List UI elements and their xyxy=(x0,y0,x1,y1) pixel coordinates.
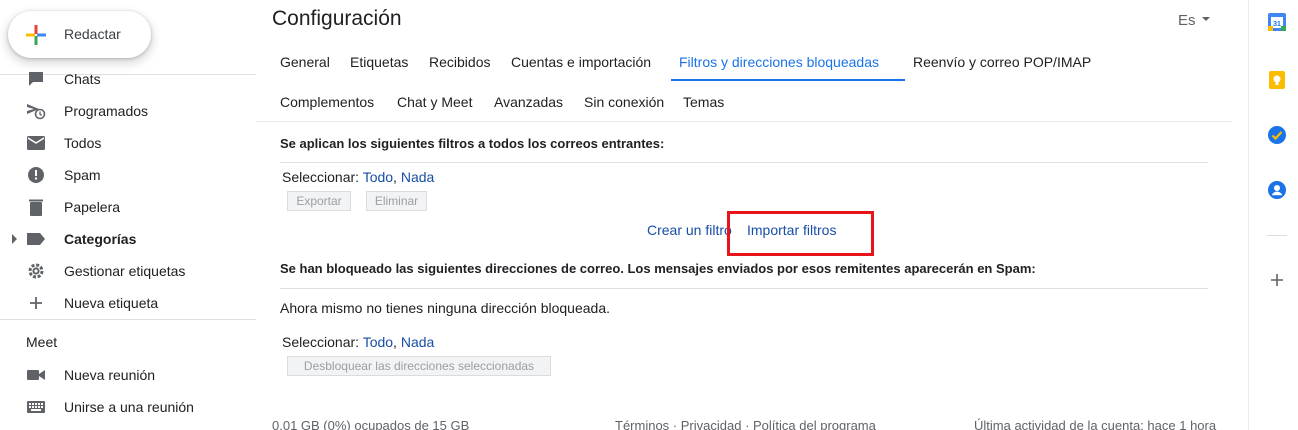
sidebar-item-new-label[interactable]: Nueva etiqueta xyxy=(0,287,256,319)
trash-icon xyxy=(29,199,43,216)
unblock-button[interactable]: Desbloquear las direcciones seleccionada… xyxy=(287,356,551,376)
contacts-icon[interactable] xyxy=(1267,180,1287,200)
sidebar-item-label: Nueva etiqueta xyxy=(64,295,159,311)
separator-comma: , xyxy=(393,169,401,185)
blocked-heading: Se han bloqueado las siguientes direccio… xyxy=(280,261,1036,276)
sidebar-item-label: Chats xyxy=(64,71,101,87)
tab-accounts-import[interactable]: Cuentas e importación xyxy=(511,54,651,70)
sidebar-item-label: Unirse a una reunión xyxy=(64,399,194,415)
section-rule xyxy=(280,288,1208,289)
separator-dot: · xyxy=(669,418,681,430)
svg-text:31: 31 xyxy=(1273,21,1281,28)
tab-general[interactable]: General xyxy=(280,54,330,70)
tab-labels[interactable]: Etiquetas xyxy=(350,54,408,70)
chevron-down-icon[interactable] xyxy=(1202,17,1210,21)
sidebar-item-spam[interactable]: Spam xyxy=(0,159,256,191)
sidebar-divider xyxy=(0,319,256,320)
all-mail-icon xyxy=(27,136,45,150)
tab-chat-meet[interactable]: Chat y Meet xyxy=(397,94,472,110)
sidebar-item-label: Todos xyxy=(64,135,102,151)
export-button[interactable]: Exportar xyxy=(287,191,351,211)
select-all-link[interactable]: Todo xyxy=(363,169,393,185)
tab-forwarding-pop-imap[interactable]: Reenvío y correo POP/IMAP xyxy=(913,54,1091,70)
separator-comma: , xyxy=(393,334,401,350)
plus-icon xyxy=(26,25,46,45)
blocked-empty-message: Ahora mismo no tienes ninguna dirección … xyxy=(280,300,610,316)
last-activity: Última actividad de la cuenta: hace 1 ho… xyxy=(974,418,1217,430)
meet-heading: Meet xyxy=(26,334,58,350)
tab-inbox[interactable]: Recibidos xyxy=(429,54,490,70)
tab-addons[interactable]: Complementos xyxy=(280,94,374,110)
blocked-select-row: Seleccionar: Todo, Nada xyxy=(282,334,434,350)
calendar-icon[interactable]: 31 xyxy=(1267,12,1287,32)
spam-icon xyxy=(28,167,44,183)
tab-offline[interactable]: Sin conexión xyxy=(584,94,664,110)
gear-icon xyxy=(28,263,44,279)
active-tab-indicator xyxy=(671,79,905,81)
compose-label: Redactar xyxy=(64,26,121,42)
plus-icon xyxy=(30,297,42,309)
select-label: Seleccionar: xyxy=(282,169,360,185)
keyboard-icon xyxy=(27,401,45,413)
sidebar-item-new-meeting[interactable]: Nueva reunión xyxy=(0,359,256,391)
label-icon xyxy=(27,233,45,245)
sidebar-item-join-meeting[interactable]: Unirse a una reunión xyxy=(0,391,256,423)
page-title: Configuración xyxy=(272,7,402,30)
delete-button[interactable]: Eliminar xyxy=(366,191,427,211)
sidebar-item-scheduled[interactable]: Programados xyxy=(0,95,256,127)
filters-heading: Se aplican los siguientes filtros a todo… xyxy=(280,136,665,151)
compose-button[interactable]: Redactar xyxy=(8,11,151,58)
sidebar-item-label: Categorías xyxy=(64,231,137,247)
select-none-link[interactable]: Nada xyxy=(401,334,434,350)
section-rule xyxy=(280,162,1208,163)
sidebar-item-chats[interactable]: Chats xyxy=(0,63,256,95)
select-none-link[interactable]: Nada xyxy=(401,169,434,185)
tab-filters-blocked[interactable]: Filtros y direcciones bloqueadas xyxy=(679,54,879,70)
select-all-link[interactable]: Todo xyxy=(363,334,393,350)
tab-themes[interactable]: Temas xyxy=(683,94,724,110)
side-panel-divider xyxy=(1267,235,1287,236)
tab-advanced[interactable]: Avanzadas xyxy=(494,94,563,110)
sidebar-item-manage-labels[interactable]: Gestionar etiquetas xyxy=(0,255,256,287)
tabs-divider xyxy=(256,121,1232,122)
sidebar-item-categories[interactable]: Categorías xyxy=(0,223,256,255)
tasks-icon[interactable] xyxy=(1267,125,1287,145)
expand-caret-icon[interactable] xyxy=(12,234,17,244)
video-camera-icon xyxy=(27,370,45,380)
scheduled-icon xyxy=(27,104,46,120)
left-sidebar: Redactar Chats Programados Todos Spam Pa… xyxy=(0,0,256,430)
sidebar-item-all-mail[interactable]: Todos xyxy=(0,127,256,159)
terms-link[interactable]: Términos xyxy=(615,418,669,430)
storage-usage: 0,01 GB (0%) ocupados de 15 GB xyxy=(272,418,470,430)
privacy-link[interactable]: Privacidad xyxy=(681,418,742,430)
program-policy-link[interactable]: Política del programa xyxy=(753,418,876,430)
plus-icon[interactable] xyxy=(1267,270,1287,290)
sidebar-item-label: Gestionar etiquetas xyxy=(64,263,186,279)
footer-links: Términos · Privacidad · Política del pro… xyxy=(615,418,876,430)
chat-icon xyxy=(29,72,43,86)
sidebar-item-label: Nueva reunión xyxy=(64,367,156,383)
sidebar-item-label: Programados xyxy=(64,103,149,119)
filters-select-row: Seleccionar: Todo, Nada xyxy=(282,169,434,185)
language-selector[interactable]: Es xyxy=(1178,12,1196,29)
keep-icon[interactable] xyxy=(1267,70,1287,90)
import-filters-link[interactable]: Importar filtros xyxy=(747,222,839,238)
select-label: Seleccionar: xyxy=(282,334,360,350)
right-side-panel: 31 xyxy=(1248,0,1298,430)
sidebar-item-label: Spam xyxy=(64,167,101,183)
sidebar-item-trash[interactable]: Papelera xyxy=(0,191,256,223)
sidebar-item-label: Papelera xyxy=(64,199,121,215)
create-filter-link[interactable]: Crear un filtro xyxy=(647,222,732,238)
separator-dot: · xyxy=(741,418,754,430)
